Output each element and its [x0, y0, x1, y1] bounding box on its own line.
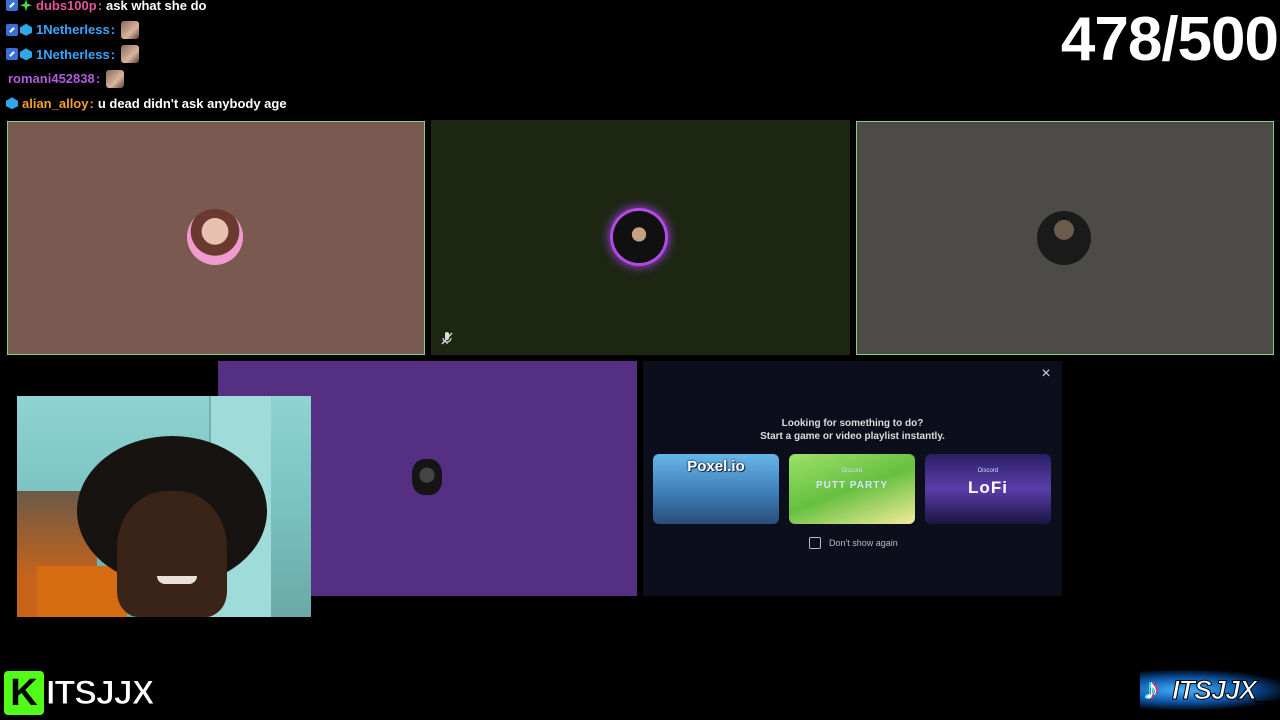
chat-text: u dead didn't ask anybody age: [97, 95, 287, 111]
dont-show-again-checkbox[interactable]: [809, 537, 821, 549]
kick-logo: K ITSJJX: [4, 671, 155, 715]
viewer-goal-counter: 478/500: [1060, 5, 1279, 74]
participant-avatar: [187, 209, 243, 265]
streamer-webcam: [17, 396, 311, 617]
close-icon[interactable]: ×: [1038, 366, 1054, 382]
gem-badge-icon: [20, 48, 32, 61]
kick-channel-name: ITSJJX: [45, 673, 154, 712]
participant-tile[interactable]: [856, 121, 1274, 355]
chat-message: dubs100p: ask what she do: [6, 0, 466, 18]
moderator-badge-icon: [6, 48, 18, 61]
activity-card-label: LoFi: [968, 478, 1008, 497]
participant-tile[interactable]: [431, 120, 850, 355]
participant-avatar: [1037, 211, 1091, 265]
activity-suggestion-popup: × Looking for something to do? Start a g…: [643, 361, 1062, 596]
activity-card-label: Poxel.io: [687, 458, 745, 475]
emote-icon: [106, 69, 125, 88]
activity-card-putt-party[interactable]: Discord PUTT PARTY: [789, 454, 915, 524]
chat-username: romani452838: [8, 71, 95, 87]
activity-card-poxel[interactable]: Poxel.io: [653, 454, 779, 524]
chat-message: alian_alloy: u dead didn't ask anybody a…: [6, 91, 466, 116]
dont-show-again[interactable]: Don't show again: [809, 537, 898, 549]
tiktok-icon: ♪: [1144, 673, 1159, 706]
tiktok-channel-name: ITSJJX__: [1171, 674, 1280, 705]
chat-username: dubs100p: [36, 0, 97, 13]
chat-username: 1Netherless: [36, 46, 110, 62]
chat-username: alian_alloy: [22, 95, 89, 111]
participant-tile[interactable]: [7, 121, 425, 355]
chat-message: romani452838:: [6, 67, 466, 92]
tiktok-logo: ♪ ITSJJX__: [1140, 670, 1280, 710]
checkbox-label: Don't show again: [829, 538, 898, 548]
chat-text: ask what she do: [106, 0, 207, 13]
gem-badge-icon: [6, 97, 18, 110]
participant-avatar: [412, 459, 442, 495]
activity-card-label: PUTT PARTY: [815, 480, 889, 491]
emote-icon: [121, 20, 140, 39]
chat-overlay: dubs100p: ask what she do 1Netherless: 1…: [6, 0, 466, 116]
activity-card-lofi[interactable]: Discord LoFi: [925, 454, 1051, 524]
kick-icon: K: [4, 671, 44, 715]
activity-card-sub: Discord: [977, 468, 999, 474]
star-badge-icon: [20, 0, 32, 12]
activity-card-sub: Discord: [841, 468, 863, 474]
popup-title: Looking for something to do? Start a gam…: [760, 418, 945, 442]
chat-message: 1Netherless:: [6, 42, 466, 67]
moderator-badge-icon: [6, 23, 18, 36]
muted-icon: [441, 332, 453, 345]
moderator-badge-icon: [6, 0, 18, 12]
chat-username: 1Netherless: [36, 22, 110, 38]
chat-message: 1Netherless:: [6, 18, 466, 43]
emote-icon: [121, 45, 140, 64]
participant-avatar: [613, 211, 665, 263]
gem-badge-icon: [20, 23, 32, 36]
